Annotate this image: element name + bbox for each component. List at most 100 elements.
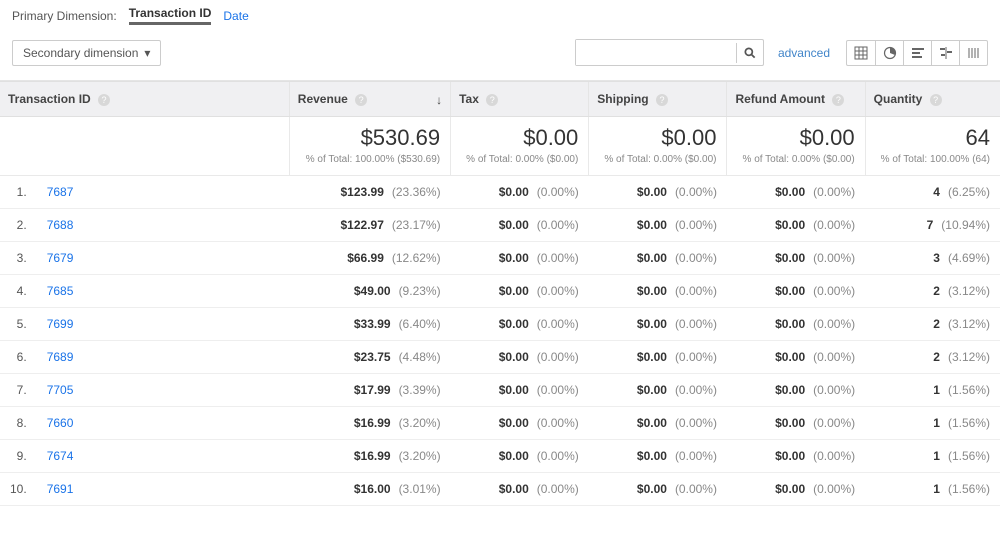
quantity-cell: 2(3.12%) [865, 341, 1000, 374]
row-index: 2. [0, 209, 37, 242]
row-index: 10. [0, 473, 37, 506]
transaction-link[interactable]: 7689 [47, 350, 74, 364]
col-label: Refund Amount [735, 92, 825, 106]
transaction-id-cell: 7688 [37, 209, 290, 242]
controls-row: Secondary dimension ▾ advanced [0, 31, 1000, 81]
revenue-cell: $16.99(3.20%) [289, 440, 450, 473]
search-button[interactable] [736, 43, 763, 63]
tax-cell: $0.00(0.00%) [451, 407, 589, 440]
transaction-link[interactable]: 7691 [47, 482, 74, 496]
shipping-cell: $0.00(0.00%) [589, 209, 727, 242]
col-tax[interactable]: Tax ? [451, 82, 589, 117]
revenue-cell: $66.99(12.62%) [289, 242, 450, 275]
view-bar-icon[interactable] [903, 41, 931, 65]
refund-cell: $0.00(0.00%) [727, 275, 865, 308]
tax-cell: $0.00(0.00%) [451, 341, 589, 374]
transaction-link[interactable]: 7688 [47, 218, 74, 232]
total-quantity: 64% of Total: 100.00% (64) [865, 117, 1000, 176]
shipping-cell: $0.00(0.00%) [589, 440, 727, 473]
tax-cell: $0.00(0.00%) [451, 473, 589, 506]
revenue-cell: $17.99(3.39%) [289, 374, 450, 407]
primary-dimension-active[interactable]: Transaction ID [129, 6, 212, 25]
transaction-id-cell: 7687 [37, 176, 290, 209]
col-label: Quantity [874, 92, 923, 106]
search-icon [743, 46, 757, 60]
view-table-icon[interactable] [847, 41, 875, 65]
col-label: Revenue [298, 92, 348, 106]
help-icon[interactable]: ? [98, 94, 110, 106]
quantity-cell: 1(1.56%) [865, 440, 1000, 473]
help-icon[interactable]: ? [930, 94, 942, 106]
transaction-link[interactable]: 7660 [47, 416, 74, 430]
tax-cell: $0.00(0.00%) [451, 242, 589, 275]
advanced-link[interactable]: advanced [778, 46, 830, 60]
refund-cell: $0.00(0.00%) [727, 308, 865, 341]
tax-cell: $0.00(0.00%) [451, 209, 589, 242]
transactions-table: Transaction ID ? Revenue ? ↓ Tax ? Shipp… [0, 81, 1000, 506]
transaction-id-cell: 7674 [37, 440, 290, 473]
view-pivot-icon[interactable] [959, 41, 987, 65]
transaction-id-cell: 7679 [37, 242, 290, 275]
primary-dimension-alt[interactable]: Date [223, 9, 248, 23]
view-mode-toggle [846, 40, 988, 66]
refund-cell: $0.00(0.00%) [727, 440, 865, 473]
transaction-link[interactable]: 7679 [47, 251, 74, 265]
col-label: Shipping [597, 92, 648, 106]
col-revenue[interactable]: Revenue ? ↓ [289, 82, 450, 117]
refund-cell: $0.00(0.00%) [727, 341, 865, 374]
transaction-link[interactable]: 7699 [47, 317, 74, 331]
table-row: 5.7699$33.99(6.40%)$0.00(0.00%)$0.00(0.0… [0, 308, 1000, 341]
total-revenue: $530.69% of Total: 100.00% ($530.69) [289, 117, 450, 176]
refund-cell: $0.00(0.00%) [727, 374, 865, 407]
transaction-id-cell: 7660 [37, 407, 290, 440]
shipping-cell: $0.00(0.00%) [589, 341, 727, 374]
table-row: 6.7689$23.75(4.48%)$0.00(0.00%)$0.00(0.0… [0, 341, 1000, 374]
transaction-id-cell: 7691 [37, 473, 290, 506]
tax-cell: $0.00(0.00%) [451, 275, 589, 308]
table-row: 4.7685$49.00(9.23%)$0.00(0.00%)$0.00(0.0… [0, 275, 1000, 308]
help-icon[interactable]: ? [486, 94, 498, 106]
totals-row: $530.69% of Total: 100.00% ($530.69) $0.… [0, 117, 1000, 176]
view-comparison-icon[interactable] [931, 41, 959, 65]
row-index: 5. [0, 308, 37, 341]
transaction-link[interactable]: 7685 [47, 284, 74, 298]
help-icon[interactable]: ? [832, 94, 844, 106]
shipping-cell: $0.00(0.00%) [589, 473, 727, 506]
table-row: 3.7679$66.99(12.62%)$0.00(0.00%)$0.00(0.… [0, 242, 1000, 275]
transaction-id-cell: 7699 [37, 308, 290, 341]
help-icon[interactable]: ? [656, 94, 668, 106]
col-transaction-id[interactable]: Transaction ID ? [0, 82, 289, 117]
total-refund: $0.00% of Total: 0.00% ($0.00) [727, 117, 865, 176]
revenue-cell: $33.99(6.40%) [289, 308, 450, 341]
quantity-cell: 3(4.69%) [865, 242, 1000, 275]
row-index: 1. [0, 176, 37, 209]
col-shipping[interactable]: Shipping ? [589, 82, 727, 117]
total-shipping: $0.00% of Total: 0.00% ($0.00) [589, 117, 727, 176]
secondary-dimension-label: Secondary dimension [23, 46, 138, 60]
shipping-cell: $0.00(0.00%) [589, 176, 727, 209]
secondary-dimension-dropdown[interactable]: Secondary dimension ▾ [12, 40, 161, 66]
transaction-id-cell: 7689 [37, 341, 290, 374]
quantity-cell: 4(6.25%) [865, 176, 1000, 209]
help-icon[interactable]: ? [355, 94, 367, 106]
search-box [575, 39, 764, 66]
quantity-cell: 1(1.56%) [865, 374, 1000, 407]
transaction-link[interactable]: 7705 [47, 383, 74, 397]
tax-cell: $0.00(0.00%) [451, 440, 589, 473]
row-index: 8. [0, 407, 37, 440]
view-pie-icon[interactable] [875, 41, 903, 65]
quantity-cell: 1(1.56%) [865, 473, 1000, 506]
col-refund[interactable]: Refund Amount ? [727, 82, 865, 117]
revenue-cell: $23.75(4.48%) [289, 341, 450, 374]
col-quantity[interactable]: Quantity ? [865, 82, 1000, 117]
shipping-cell: $0.00(0.00%) [589, 374, 727, 407]
revenue-cell: $122.97(23.17%) [289, 209, 450, 242]
table-row: 8.7660$16.99(3.20%)$0.00(0.00%)$0.00(0.0… [0, 407, 1000, 440]
transaction-link[interactable]: 7687 [47, 185, 74, 199]
tax-cell: $0.00(0.00%) [451, 176, 589, 209]
revenue-cell: $49.00(9.23%) [289, 275, 450, 308]
caret-down-icon: ▾ [144, 46, 150, 60]
search-input[interactable] [576, 40, 736, 65]
sort-desc-icon: ↓ [436, 93, 442, 107]
transaction-link[interactable]: 7674 [47, 449, 74, 463]
